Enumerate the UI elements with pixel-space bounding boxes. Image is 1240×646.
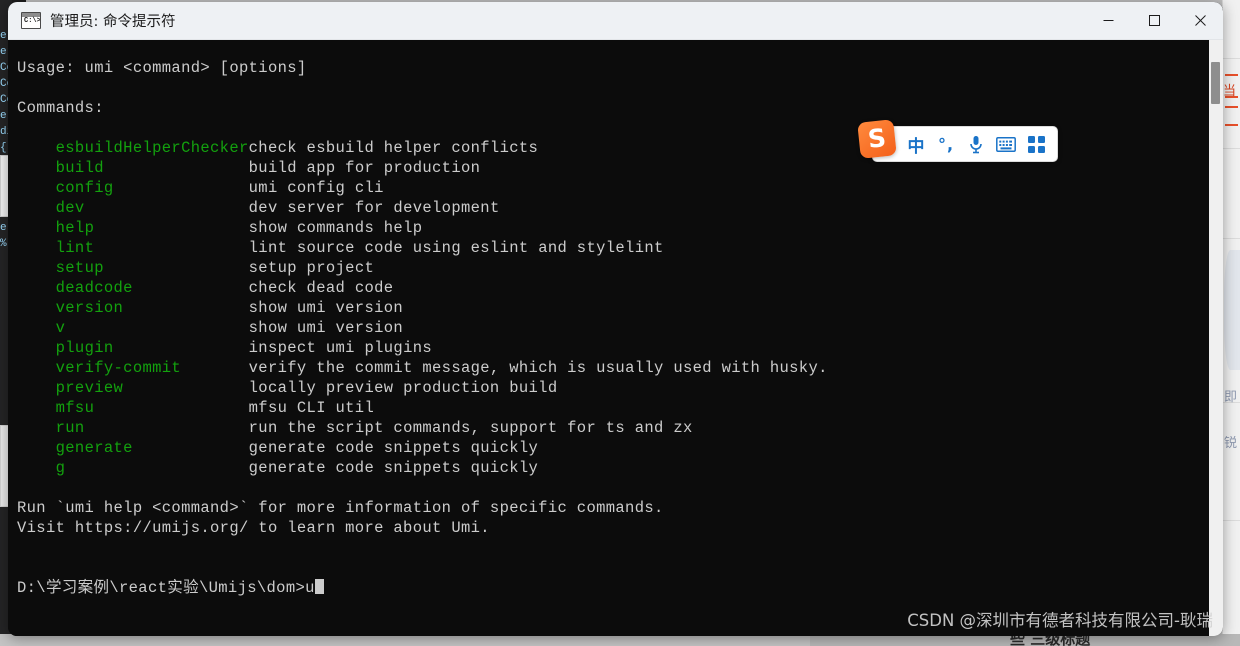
doc-red-char: 当 — [1223, 84, 1237, 99]
punctuation-mode-icon[interactable]: °, — [931, 129, 961, 159]
maximize-icon — [1148, 15, 1160, 26]
terminal-scrollbar[interactable] — [1209, 40, 1223, 636]
csdn-watermark: CSDN @深圳市有德者科技有限公司-耿瑞 — [907, 611, 1213, 630]
chinese-mode-label: 中 — [907, 136, 925, 157]
terminal-cursor — [314, 578, 324, 594]
screen: er, er, Con Con Con er, di { b [N] % ] s… — [0, 0, 1240, 646]
maximize-button[interactable] — [1131, 2, 1177, 39]
cmd-icon-glyph: C:\> — [24, 17, 41, 25]
close-button[interactable] — [1177, 2, 1223, 39]
soft-keyboard-icon[interactable] — [991, 129, 1021, 159]
sogou-logo-letter: S — [866, 122, 888, 154]
doc-rule-line — [1223, 520, 1240, 521]
sogou-ime-toolbar[interactable]: S 中 °, — [857, 119, 1058, 162]
doc-rule-line — [1223, 58, 1240, 59]
terminal-text: Usage: umi <command> [options] Commands:… — [17, 58, 828, 597]
doc-rule-line — [1223, 148, 1240, 149]
terminal-scrollbar-thumb[interactable] — [1211, 62, 1220, 104]
doc-char: 即 — [1224, 390, 1238, 405]
doc-red-mark — [1225, 124, 1238, 126]
cmd-prompt-icon: C:\> — [21, 12, 41, 29]
ime-menu-icon[interactable] — [1021, 129, 1051, 159]
doc-red-mark — [1225, 74, 1238, 76]
window-titlebar[interactable]: C:\> 管理员: 命令提示符 — [8, 2, 1223, 40]
window-title: 管理员: 命令提示符 — [50, 14, 176, 30]
window-controls — [1085, 2, 1223, 39]
minimize-icon — [1103, 20, 1113, 21]
chinese-mode-icon[interactable]: 中 — [901, 129, 931, 159]
voice-input-icon[interactable] — [961, 129, 991, 159]
punctuation-mode-label: °, — [937, 134, 955, 154]
background-decor-shape — [1224, 250, 1240, 370]
doc-rule-line — [1223, 238, 1240, 239]
doc-char: 锐 — [1224, 436, 1238, 451]
minimize-button[interactable] — [1085, 2, 1131, 39]
doc-red-mark — [1225, 106, 1238, 108]
sogou-logo-icon[interactable]: S — [857, 119, 897, 159]
command-prompt-window[interactable]: C:\> 管理员: 命令提示符 Usage: umi <command> [op… — [8, 2, 1223, 636]
close-icon — [1194, 15, 1206, 26]
